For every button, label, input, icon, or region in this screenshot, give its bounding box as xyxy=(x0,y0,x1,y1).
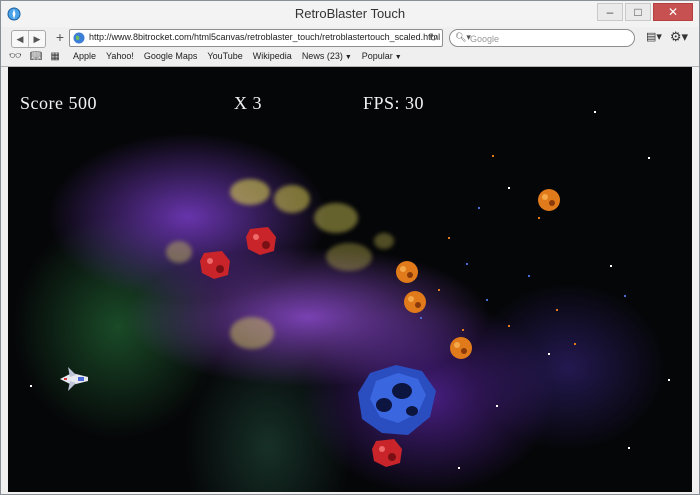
star xyxy=(594,111,596,113)
lives-label: X 3 xyxy=(234,93,262,113)
particle xyxy=(486,299,488,301)
back-forward-group: ◀ ▶ xyxy=(11,30,46,48)
star xyxy=(496,405,498,407)
top-sites-grid-icon[interactable]: ▦ xyxy=(50,51,59,62)
star xyxy=(548,353,550,355)
particle xyxy=(420,317,422,319)
bookmark-links: Apple Yahoo! Google Maps YouTube Wikiped… xyxy=(73,51,402,61)
asteroid-small-red xyxy=(200,251,230,279)
star xyxy=(628,447,630,449)
asteroid-small-orange xyxy=(404,291,426,313)
score-label: Score 500 xyxy=(20,93,97,113)
asteroid-small-orange xyxy=(450,337,472,359)
particle xyxy=(624,295,626,297)
particle xyxy=(556,309,558,311)
bookmark-tools: 👓︎ 📖︎ ▦ xyxy=(9,51,60,62)
particle xyxy=(508,325,510,327)
star xyxy=(458,467,460,469)
nebula-glow xyxy=(326,243,372,271)
nebula-glow xyxy=(230,179,270,205)
url-text[interactable]: http://www.8bitrocket.com/html5canvas/re… xyxy=(89,32,440,42)
particle xyxy=(448,237,450,239)
asteroid-small-orange xyxy=(538,189,560,211)
globe-icon xyxy=(73,32,85,44)
navigation-toolbar: ◀ ▶ + http://www.8bitrocket.com/html5can… xyxy=(1,27,699,49)
back-button[interactable]: ◀ xyxy=(12,31,28,47)
asteroid-small-orange xyxy=(396,261,418,283)
bookmark-yahoo[interactable]: Yahoo! xyxy=(106,51,134,61)
nebula-glow xyxy=(166,241,192,263)
forward-button[interactable]: ▶ xyxy=(28,31,45,47)
page-menu-icon[interactable]: ▤▾ xyxy=(645,30,663,46)
particle xyxy=(438,289,440,291)
search-box[interactable]: 🔍︎▾ xyxy=(449,29,635,47)
nebula-glow xyxy=(314,203,358,233)
bookmark-wikipedia[interactable]: Wikipedia xyxy=(253,51,292,61)
title-bar: RetroBlaster Touch – □ ✕ xyxy=(1,1,699,28)
bookmark-news-menu[interactable]: News (23) ▼ xyxy=(302,51,352,61)
news-label: News (23) xyxy=(301,51,343,61)
window-title: RetroBlaster Touch xyxy=(294,6,406,21)
player-ship xyxy=(60,367,88,391)
chevron-down-icon: ▼ xyxy=(344,54,352,61)
close-button[interactable]: ✕ xyxy=(653,3,693,21)
asteroid-small-red xyxy=(246,227,276,255)
particle xyxy=(528,275,530,277)
window-controls: – □ ✕ xyxy=(597,3,693,21)
particle xyxy=(574,343,576,345)
particle xyxy=(478,207,480,209)
new-tab-button[interactable]: + xyxy=(53,30,67,46)
maximize-button[interactable]: □ xyxy=(625,3,651,21)
bookmark-popular-menu[interactable]: Popular ▼ xyxy=(362,51,402,61)
fps-label: FPS: 30 xyxy=(363,93,425,113)
bookmarks-book-icon[interactable]: 📖︎ xyxy=(30,51,43,62)
minimize-button[interactable]: – xyxy=(597,3,623,21)
bookmark-youtube[interactable]: YouTube xyxy=(207,51,242,61)
particle xyxy=(538,217,540,219)
chevron-down-icon: ▼ xyxy=(394,54,402,61)
particle xyxy=(492,155,494,157)
nebula-glow xyxy=(274,185,310,213)
bookmarks-bar: 👓︎ 📖︎ ▦ Apple Yahoo! Google Maps YouTube… xyxy=(1,49,699,67)
nebula-glow xyxy=(374,233,394,249)
reload-icon[interactable]: ↻ xyxy=(429,31,438,44)
star xyxy=(508,187,510,189)
asteroid-small-red xyxy=(372,439,402,467)
address-bar[interactable]: http://www.8bitrocket.com/html5canvas/re… xyxy=(69,29,443,47)
search-input[interactable] xyxy=(468,31,632,47)
star xyxy=(648,157,650,159)
game-canvas[interactable]: Score 500 X 3 FPS: 30 xyxy=(8,67,692,492)
star xyxy=(30,385,32,387)
particle xyxy=(466,263,468,265)
popular-label: Popular xyxy=(361,51,393,61)
star xyxy=(610,265,612,267)
bookmark-apple[interactable]: Apple xyxy=(73,51,96,61)
star xyxy=(668,379,670,381)
reading-list-icon[interactable]: 👓︎ xyxy=(9,51,22,62)
browser-window: RetroBlaster Touch – □ ✕ ◀ ▶ + http://ww… xyxy=(0,0,700,495)
nebula-glow xyxy=(230,317,274,349)
asteroid-large-blue xyxy=(358,365,436,435)
settings-gear-icon[interactable]: ⚙▾ xyxy=(667,29,691,45)
particle xyxy=(462,329,464,331)
bookmark-google-maps[interactable]: Google Maps xyxy=(144,51,198,61)
